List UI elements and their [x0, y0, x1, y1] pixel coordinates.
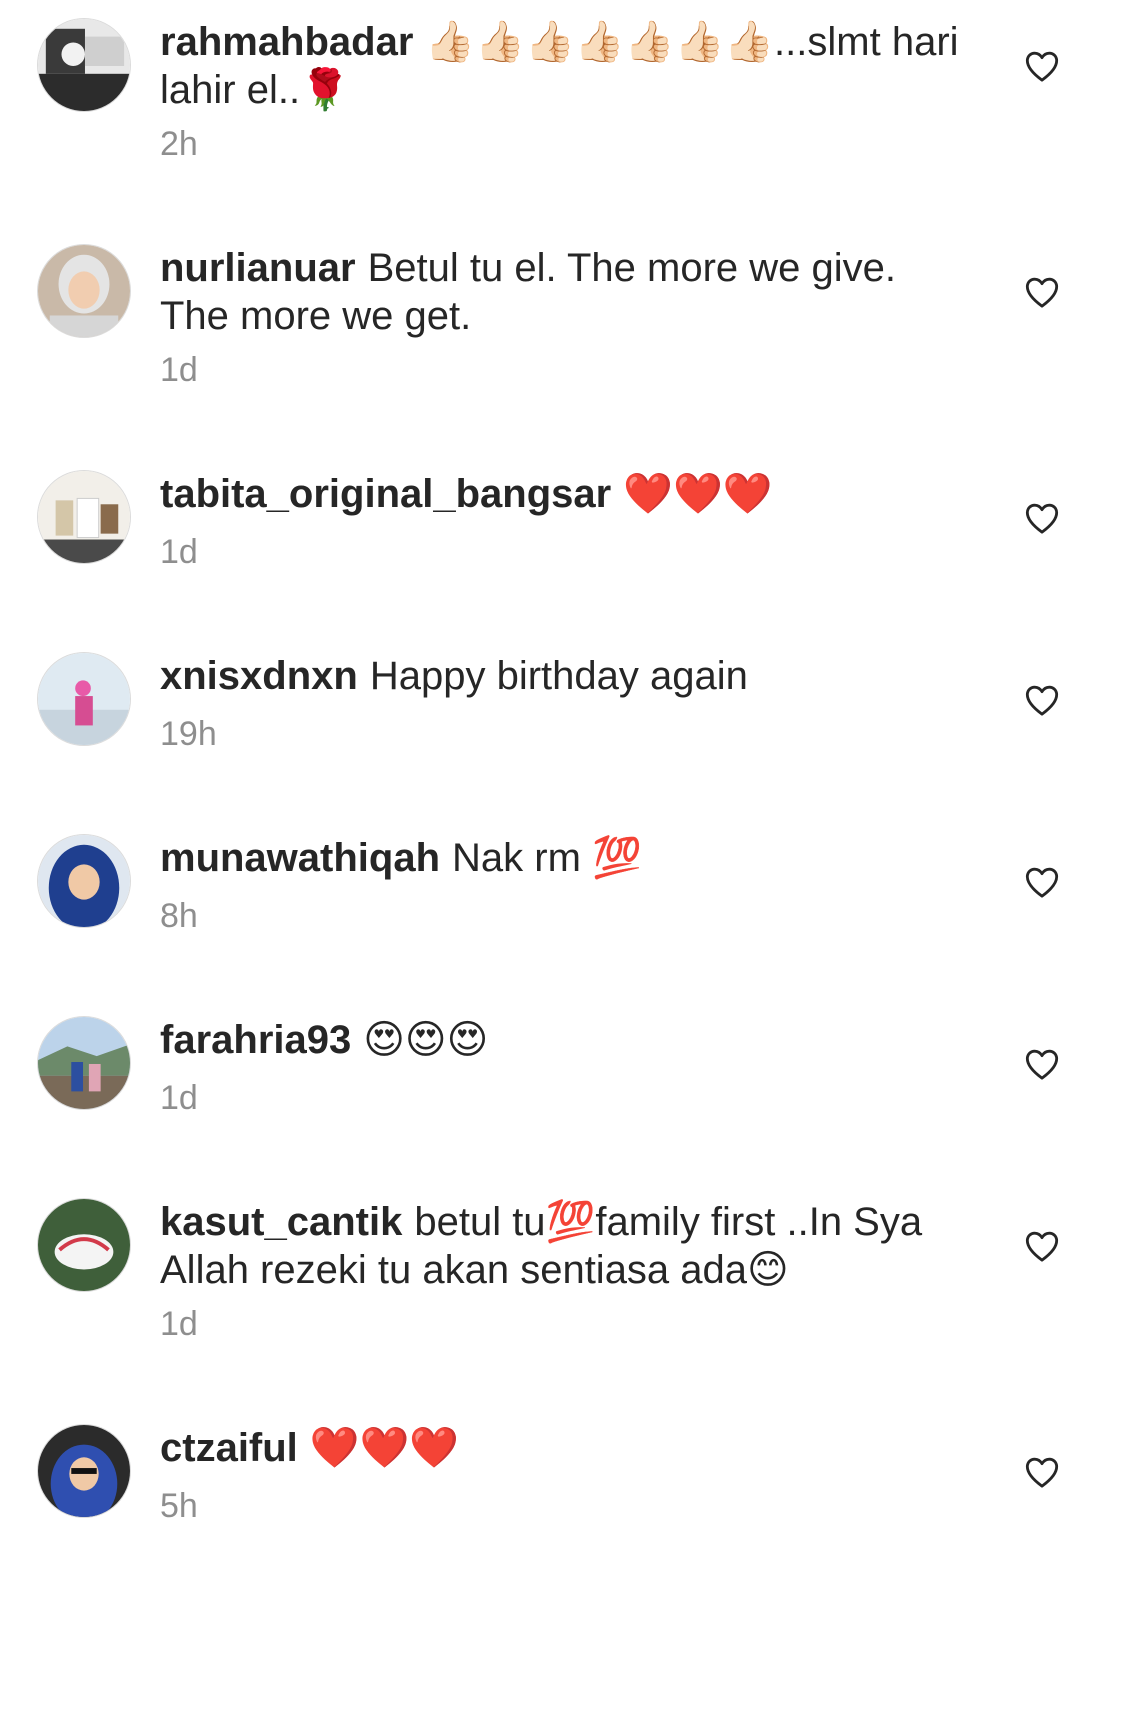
heart-outline-icon [1025, 277, 1059, 308]
like-button[interactable] [1022, 862, 1062, 902]
comment-body: rahmahbadar 👍🏻👍🏻👍🏻👍🏻👍🏻👍🏻👍🏻...slmt hari la… [160, 18, 960, 114]
comment-body: tabita_original_bangsar ❤️❤️❤️ [160, 470, 960, 518]
comment-text: 😍😍😍 [363, 1018, 489, 1062]
comment-body: ctzaiful ❤️❤️❤️ [160, 1424, 960, 1472]
comment-timestamp: 1d [160, 533, 198, 571]
comment-body: xnisxdnxn Happy birthday again [160, 652, 960, 700]
heart-outline-icon [1025, 867, 1059, 898]
comment-username[interactable]: tabita_original_bangsar [160, 472, 611, 516]
avatar[interactable] [37, 1016, 131, 1110]
comment-timestamp: 8h [160, 897, 198, 935]
comment-timestamp: 2h [160, 125, 198, 163]
heart-outline-icon [1025, 503, 1059, 534]
comment-username[interactable]: farahria93 [160, 1018, 351, 1062]
like-button[interactable] [1022, 1044, 1062, 1084]
avatar[interactable] [37, 652, 131, 746]
comment-text: Happy birthday again [369, 654, 748, 698]
heart-outline-icon [1025, 1231, 1059, 1262]
like-button[interactable] [1022, 272, 1062, 312]
avatar[interactable] [37, 1424, 131, 1518]
comment-username[interactable]: rahmahbadar [160, 20, 413, 64]
comment-body: nurlianuar Betul tu el. The more we give.… [160, 244, 960, 340]
avatar[interactable] [37, 1198, 131, 1292]
like-button[interactable] [1022, 46, 1062, 86]
comment-body: farahria93 😍😍😍 [160, 1016, 960, 1064]
comment-username[interactable]: munawathiqah [160, 836, 440, 880]
comment-username[interactable]: kasut_cantik [160, 1200, 402, 1244]
comment-body: kasut_cantik betul tu💯family first ..In S… [160, 1198, 960, 1294]
comment-text: ❤️❤️❤️ [309, 1426, 460, 1470]
comment-timestamp: 1d [160, 1305, 198, 1343]
comment-text: Nak rm 💯 [452, 836, 642, 880]
comment-timestamp: 5h [160, 1487, 198, 1525]
comment-username[interactable]: nurlianuar [160, 246, 356, 290]
comment-text: ❤️❤️❤️ [623, 472, 773, 516]
like-button[interactable] [1022, 1452, 1062, 1492]
heart-outline-icon [1025, 685, 1059, 716]
heart-outline-icon [1025, 1457, 1059, 1488]
avatar[interactable] [37, 18, 131, 112]
comment-timestamp: 1d [160, 351, 198, 389]
like-button[interactable] [1022, 498, 1062, 538]
like-button[interactable] [1022, 1226, 1062, 1266]
avatar[interactable] [37, 470, 131, 564]
comment-body: munawathiqah Nak rm 💯 [160, 834, 960, 882]
heart-outline-icon [1025, 1049, 1059, 1080]
comment-timestamp: 1d [160, 1079, 198, 1117]
avatar[interactable] [37, 244, 131, 338]
comment-username[interactable]: ctzaiful [160, 1426, 298, 1470]
avatar[interactable] [37, 834, 131, 928]
like-button[interactable] [1022, 680, 1062, 720]
comment-username[interactable]: xnisxdnxn [160, 654, 358, 698]
comment-timestamp: 19h [160, 715, 217, 753]
heart-outline-icon [1025, 51, 1059, 82]
